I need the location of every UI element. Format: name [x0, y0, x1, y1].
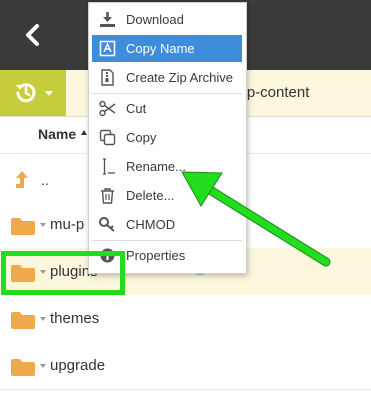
- annotation-arrow: [181, 171, 331, 267]
